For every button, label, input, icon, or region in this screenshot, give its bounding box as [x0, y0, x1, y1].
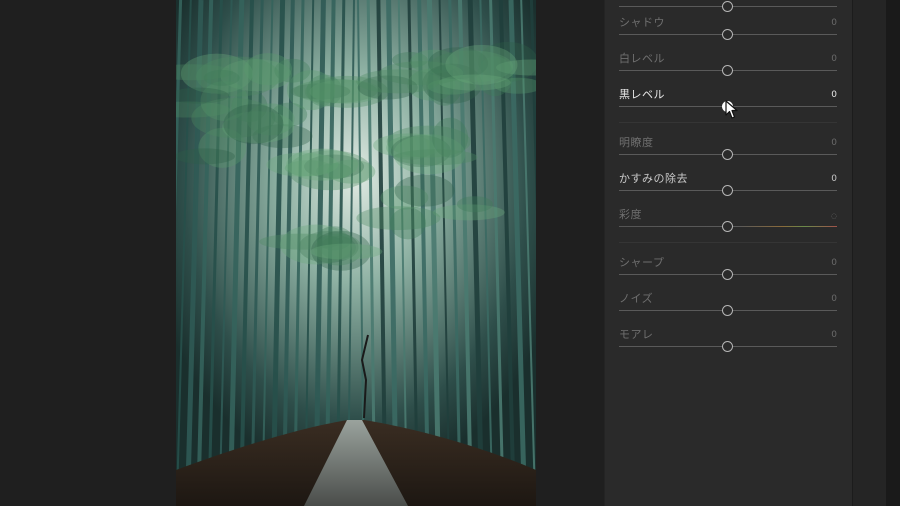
slider-value[interactable]: 0 [831, 258, 837, 268]
slider-thumb[interactable] [722, 185, 733, 196]
slider-thumb[interactable] [722, 65, 733, 76]
slider-saturation[interactable]: 彩度 ◌ [619, 206, 837, 236]
slider-moire[interactable]: モアレ 0 [619, 326, 837, 356]
adjustment-panel: シャドウ 0 白レベル 0 黒レベル 0 明瞭度 0 かすみの除去 0 彩度 ◌… [604, 0, 853, 506]
slider-label: 黒レベル [619, 88, 665, 101]
slider-thumb[interactable] [722, 305, 733, 316]
pointer-arrow-icon [725, 100, 739, 124]
slider-sharpen[interactable]: シャープ 0 [619, 254, 837, 284]
slider-thumb[interactable] [722, 341, 733, 352]
slider-shadows[interactable]: シャドウ 0 [619, 14, 837, 44]
slider-clarity[interactable]: 明瞭度 0 [619, 134, 837, 164]
slider-label: モアレ [619, 328, 654, 341]
image-canvas [0, 0, 604, 506]
slider-label: 明瞭度 [619, 136, 654, 149]
slider-value[interactable]: 0 [831, 294, 837, 304]
slider-label: シャープ [619, 256, 665, 269]
slider-label: 彩度 [619, 208, 642, 221]
slider-value[interactable]: 0 [831, 330, 837, 340]
panel-scroll-gutter[interactable] [852, 0, 887, 506]
slider-value[interactable]: 0 [831, 18, 837, 28]
slider-value[interactable]: 0 [831, 90, 837, 100]
slider-thumb[interactable] [722, 149, 733, 160]
section-divider [619, 242, 837, 243]
slider-value[interactable]: 0 [831, 174, 837, 184]
slider-label: ノイズ [619, 292, 654, 305]
slider-noise[interactable]: ノイズ 0 [619, 290, 837, 320]
slider-whites[interactable]: 白レベル 0 [619, 50, 837, 80]
slider-thumb[interactable] [722, 221, 733, 232]
slider-label: かすみの除去 [619, 172, 688, 185]
bamboo-forest-photo [176, 0, 536, 506]
slider-label: 白レベル [619, 52, 665, 65]
slider-value[interactable]: 0 [831, 138, 837, 148]
slider-value[interactable]: 0 [831, 54, 837, 64]
slider-thumb[interactable] [722, 269, 733, 280]
slider-value-dot[interactable]: ◌ [831, 212, 837, 220]
slider-thumb[interactable] [722, 1, 733, 12]
slider-dehaze[interactable]: かすみの除去 0 [619, 170, 837, 200]
window-edge [886, 0, 900, 506]
slider-label: シャドウ [619, 16, 665, 29]
slider-thumb[interactable] [722, 29, 733, 40]
